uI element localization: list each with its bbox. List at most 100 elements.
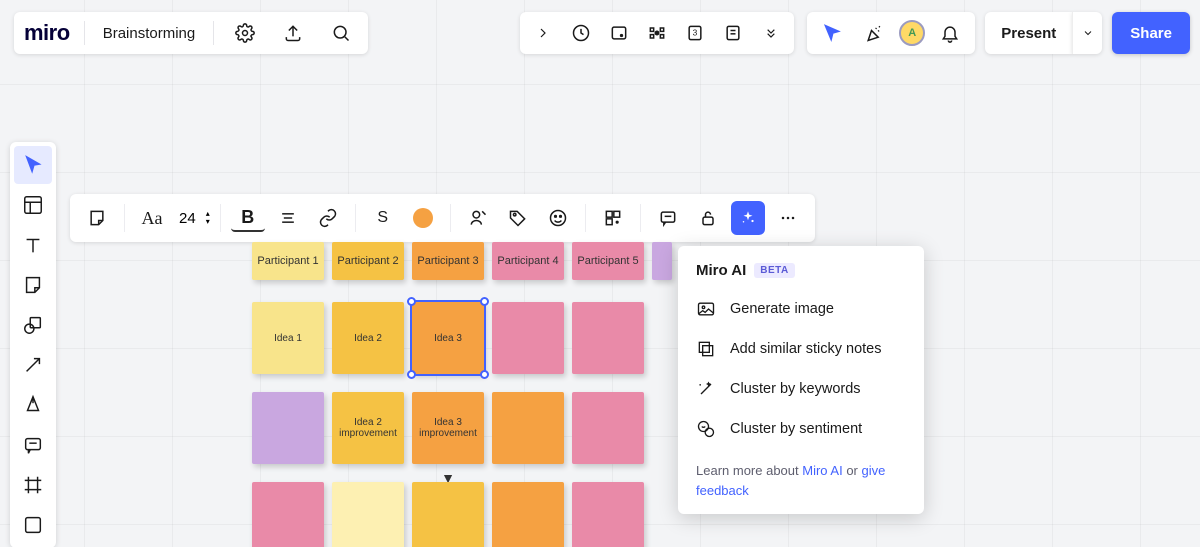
cursor-tracking-button[interactable] — [815, 16, 849, 50]
settings-button[interactable] — [228, 16, 262, 50]
sticky-note[interactable]: Participant 1 — [252, 242, 324, 280]
voting-button[interactable] — [602, 16, 636, 50]
sticky-note[interactable] — [572, 302, 644, 374]
font-size-stepper[interactable]: ▴▾ — [206, 210, 210, 226]
sticky-type-button[interactable] — [80, 201, 114, 235]
resize-handle[interactable] — [407, 297, 416, 306]
chevron-down-icon: ▾ — [206, 218, 210, 226]
sticky-note[interactable] — [252, 482, 324, 547]
ai-cluster-sentiment[interactable]: Cluster by sentiment — [678, 409, 924, 449]
pen-icon — [22, 394, 44, 416]
ai-generate-image[interactable]: Generate image — [678, 289, 924, 329]
comment-button[interactable] — [651, 201, 685, 235]
notifications-button[interactable] — [933, 16, 967, 50]
shape-tool[interactable] — [14, 306, 52, 344]
present-button[interactable]: Present — [985, 12, 1072, 54]
sticky-note[interactable]: Participant 5 — [572, 242, 644, 280]
sticky-note[interactable] — [412, 482, 484, 547]
sticky-note[interactable]: Idea 2 improvement — [332, 392, 404, 464]
share-button[interactable]: Share — [1112, 12, 1190, 54]
resize-handle[interactable] — [407, 370, 416, 379]
sticky-note[interactable]: Idea 2 — [332, 302, 404, 374]
cursor-icon — [22, 154, 44, 176]
sticky-note[interactable]: Participant 3 — [412, 242, 484, 280]
switch-type-button[interactable]: S — [366, 201, 400, 235]
ai-item-label: Add similar sticky notes — [730, 341, 882, 357]
sticky-note[interactable] — [572, 392, 644, 464]
lock-button[interactable] — [691, 201, 725, 235]
link-button[interactable] — [311, 201, 345, 235]
resize-handle[interactable] — [480, 297, 489, 306]
ai-add-similar[interactable]: Add similar sticky notes — [678, 329, 924, 369]
font-size-value[interactable]: 24 — [179, 210, 196, 227]
more-tools[interactable] — [14, 506, 52, 544]
divider — [450, 204, 451, 232]
notes-icon — [723, 23, 743, 43]
reactions-button[interactable] — [857, 16, 891, 50]
pen-tool[interactable] — [14, 386, 52, 424]
emoji-icon — [548, 208, 568, 228]
sticky-note[interactable] — [492, 482, 564, 547]
attention-button[interactable] — [640, 16, 674, 50]
sticky-note[interactable] — [572, 482, 644, 547]
frame-tool[interactable] — [14, 466, 52, 504]
sticky-note[interactable]: Idea 3 improvement ▼ — [412, 392, 484, 464]
author-toggle-button[interactable] — [461, 201, 495, 235]
sticky-note[interactable]: Participant 4 — [492, 242, 564, 280]
cursor-icon — [822, 23, 842, 43]
divider — [640, 204, 641, 232]
font-family-button[interactable]: Aa — [135, 201, 169, 235]
sticky-note[interactable] — [332, 482, 404, 547]
miro-ai-link[interactable]: Miro AI — [802, 463, 842, 478]
estimation-button[interactable]: 3 — [678, 16, 712, 50]
sticky-note[interactable] — [652, 242, 672, 280]
author-icon — [468, 208, 488, 228]
sticky-note[interactable] — [492, 392, 564, 464]
ai-footer-text: or — [843, 463, 862, 478]
sticky-text: Idea 3 improvement — [416, 417, 480, 439]
sticky-note-selected[interactable]: Idea 3 — [412, 302, 484, 374]
estimation-icon: 3 — [685, 23, 705, 43]
tag-button[interactable] — [501, 201, 535, 235]
svg-text:3: 3 — [693, 28, 698, 38]
miro-logo[interactable]: miro — [24, 20, 70, 46]
sticky-tool[interactable] — [14, 266, 52, 304]
export-button[interactable] — [276, 16, 310, 50]
timer-icon — [571, 23, 591, 43]
ai-button[interactable] — [731, 201, 765, 235]
select-tool[interactable] — [14, 146, 52, 184]
board-name[interactable]: Brainstorming — [99, 25, 200, 42]
template-icon — [22, 194, 44, 216]
text-tool[interactable] — [14, 226, 52, 264]
align-icon — [278, 208, 298, 228]
user-avatar[interactable]: A — [899, 20, 925, 46]
search-button[interactable] — [324, 16, 358, 50]
more-options-button[interactable] — [771, 201, 805, 235]
comment-tool[interactable] — [14, 426, 52, 464]
sticky-note[interactable] — [252, 392, 324, 464]
emoji-button[interactable] — [541, 201, 575, 235]
sticky-text: Participant 5 — [577, 255, 638, 267]
templates-tool[interactable] — [14, 186, 52, 224]
ai-cluster-keywords[interactable]: Cluster by keywords — [678, 369, 924, 409]
line-tool[interactable] — [14, 346, 52, 384]
notes-button[interactable] — [716, 16, 750, 50]
resize-handle[interactable] — [480, 370, 489, 379]
divider — [585, 204, 586, 232]
more-apps-button[interactable] — [754, 16, 788, 50]
sticky-text: Participant 3 — [417, 255, 478, 267]
align-button[interactable] — [271, 201, 305, 235]
collab-panel: A — [807, 12, 975, 54]
sticky-note[interactable]: Idea 1 — [252, 302, 324, 374]
shape-icon — [22, 314, 44, 336]
arrow-icon — [22, 354, 44, 376]
expand-panel-button[interactable] — [526, 16, 560, 50]
fill-color-button[interactable] — [406, 201, 440, 235]
sticky-note[interactable] — [492, 302, 564, 374]
bold-button[interactable]: B — [231, 204, 265, 232]
sticky-note[interactable]: Participant 2 — [332, 242, 404, 280]
present-dropdown[interactable] — [1072, 12, 1102, 54]
timer-button[interactable] — [564, 16, 598, 50]
ai-footer: Learn more about Miro AI or give feedbac… — [678, 449, 924, 500]
layout-button[interactable] — [596, 201, 630, 235]
